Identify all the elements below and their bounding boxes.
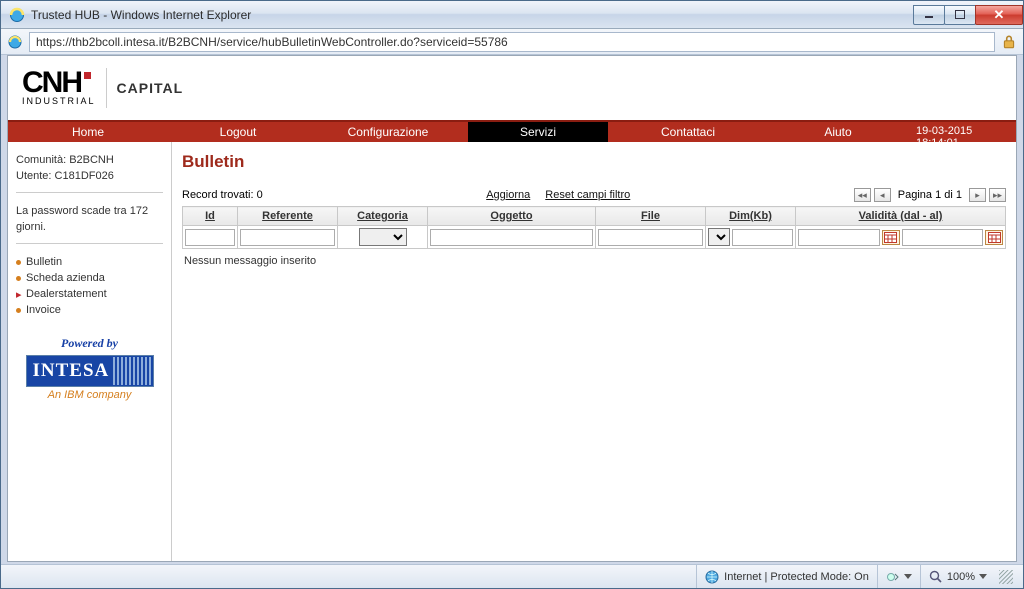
- filter-valid-to-input[interactable]: [902, 229, 984, 246]
- table-filter-row: [183, 226, 1006, 249]
- filter-oggetto-input[interactable]: [430, 229, 593, 246]
- status-bar: Internet | Protected Mode: On 100%: [1, 564, 1023, 588]
- lock-icon: [1001, 34, 1017, 50]
- cnh-logo: CNH INDUSTRIAL: [22, 70, 96, 106]
- minimize-button[interactable]: [913, 5, 945, 25]
- page-last-button[interactable]: ▸▸: [989, 188, 1006, 202]
- bulletin-table: Id Referente Categoria Oggetto File Dim(…: [182, 206, 1006, 249]
- url-input[interactable]: https://thb2bcoll.intesa.it/B2BCNH/servi…: [29, 32, 995, 52]
- globe-icon: [705, 570, 719, 584]
- menu-aiuto[interactable]: Aiuto: [768, 122, 908, 142]
- menu-home[interactable]: Home: [8, 122, 168, 142]
- menu-config[interactable]: Configurazione: [308, 122, 468, 142]
- menu-datetime: 19-03-2015 18:14:01: [908, 122, 1016, 142]
- page-first-button[interactable]: ◂◂: [854, 188, 871, 202]
- sidebar-identity: Comunità: B2BCNH Utente: C181DF026: [16, 152, 163, 193]
- col-file[interactable]: File: [596, 207, 706, 226]
- sidebar-item-dealer[interactable]: ▸Dealerstatement: [16, 286, 163, 302]
- sidebar: Comunità: B2BCNH Utente: C181DF026 La pa…: [8, 142, 172, 561]
- resize-handle-icon[interactable]: [999, 570, 1013, 584]
- close-button[interactable]: ✕: [975, 5, 1023, 25]
- no-results-label: Nessun messaggio inserito: [182, 249, 1006, 273]
- header-logo-row: CNH INDUSTRIAL CAPITAL: [8, 56, 1016, 120]
- filter-dim-input[interactable]: [732, 229, 793, 246]
- filter-file-input[interactable]: [598, 229, 703, 246]
- browser-window: Trusted HUB - Windows Internet Explorer …: [0, 0, 1024, 589]
- main-menu: Home Logout Configurazione Servizi Conta…: [8, 120, 1016, 142]
- filter-categoria-select[interactable]: [359, 228, 407, 246]
- page-next-button[interactable]: ▸: [969, 188, 986, 202]
- status-zone: Internet | Protected Mode: On: [696, 565, 877, 588]
- window-titlebar: Trusted HUB - Windows Internet Explorer …: [1, 1, 1023, 29]
- table-header-row: Id Referente Categoria Oggetto File Dim(…: [183, 207, 1006, 226]
- ie-page-icon: [7, 34, 23, 50]
- sidebar-community: Comunità: B2BCNH: [16, 152, 163, 168]
- col-categoria[interactable]: Categoria: [338, 207, 428, 226]
- powered-by-block: Powered by INTESA An IBM company: [16, 336, 163, 401]
- sidebar-item-bulletin[interactable]: Bulletin: [16, 254, 163, 270]
- maximize-button[interactable]: [944, 5, 976, 25]
- content: Bulletin Record trovati: 0 Aggiorna Rese…: [172, 142, 1016, 561]
- page-title: Bulletin: [182, 152, 1006, 172]
- sidebar-pwd-expiry: La password scade tra 172 giorni.: [16, 203, 163, 244]
- powered-by-label: Powered by: [16, 336, 163, 351]
- col-oggetto[interactable]: Oggetto: [428, 207, 596, 226]
- ie-favicon: [9, 7, 25, 23]
- address-bar: https://thb2bcoll.intesa.it/B2BCNH/servi…: [1, 29, 1023, 55]
- col-id[interactable]: Id: [183, 207, 238, 226]
- brand-red-square-icon: [84, 72, 91, 79]
- menu-contatti[interactable]: Contattaci: [608, 122, 768, 142]
- filter-id-input[interactable]: [185, 229, 235, 246]
- menu-logout[interactable]: Logout: [168, 122, 308, 142]
- window-title: Trusted HUB - Windows Internet Explorer: [31, 8, 914, 22]
- page-label: Pagina 1 di 1: [898, 189, 962, 201]
- sidebar-user: Utente: C181DF026: [16, 168, 163, 184]
- col-validita[interactable]: Validità (dal - al): [796, 207, 1006, 226]
- records-count: Record trovati: 0: [182, 189, 263, 201]
- filter-referente-input[interactable]: [240, 229, 335, 246]
- brand-divider: [106, 68, 107, 108]
- ibm-company-label: An IBM company: [16, 389, 163, 401]
- window-buttons: ✕: [914, 5, 1023, 25]
- main-area: Comunità: B2BCNH Utente: C181DF026 La pa…: [8, 142, 1016, 561]
- reset-filter-link[interactable]: Reset campi filtro: [545, 189, 630, 201]
- filter-valid-from-input[interactable]: [798, 229, 880, 246]
- filter-dim-op-select[interactable]: [708, 228, 730, 246]
- status-zoom[interactable]: 100%: [920, 565, 995, 588]
- calendar-from-button[interactable]: [882, 230, 900, 245]
- status-protected-toggle[interactable]: [877, 565, 920, 588]
- intesa-logo: INTESA: [26, 355, 154, 387]
- sidebar-links: Bulletin Scheda azienda ▸Dealerstatement…: [16, 254, 163, 318]
- sidebar-item-invoice[interactable]: Invoice: [16, 302, 163, 318]
- magnifier-icon: [929, 570, 943, 584]
- brand-industrial-label: INDUSTRIAL: [22, 96, 96, 106]
- brand-capital-label: CAPITAL: [117, 80, 184, 96]
- refresh-link[interactable]: Aggiorna: [486, 189, 530, 201]
- pagination: ◂◂ ◂ Pagina 1 di 1 ▸ ▸▸: [854, 188, 1006, 202]
- page-client-area: CNH INDUSTRIAL CAPITAL Home Logout Confi…: [7, 55, 1017, 562]
- page-prev-button[interactable]: ◂: [874, 188, 891, 202]
- sidebar-item-scheda[interactable]: Scheda azienda: [16, 270, 163, 286]
- menu-servizi[interactable]: Servizi: [468, 122, 608, 142]
- records-toolbar: Record trovati: 0 Aggiorna Reset campi f…: [182, 188, 1006, 202]
- col-referente[interactable]: Referente: [238, 207, 338, 226]
- calendar-to-button[interactable]: [985, 230, 1003, 245]
- col-dim[interactable]: Dim(Kb): [706, 207, 796, 226]
